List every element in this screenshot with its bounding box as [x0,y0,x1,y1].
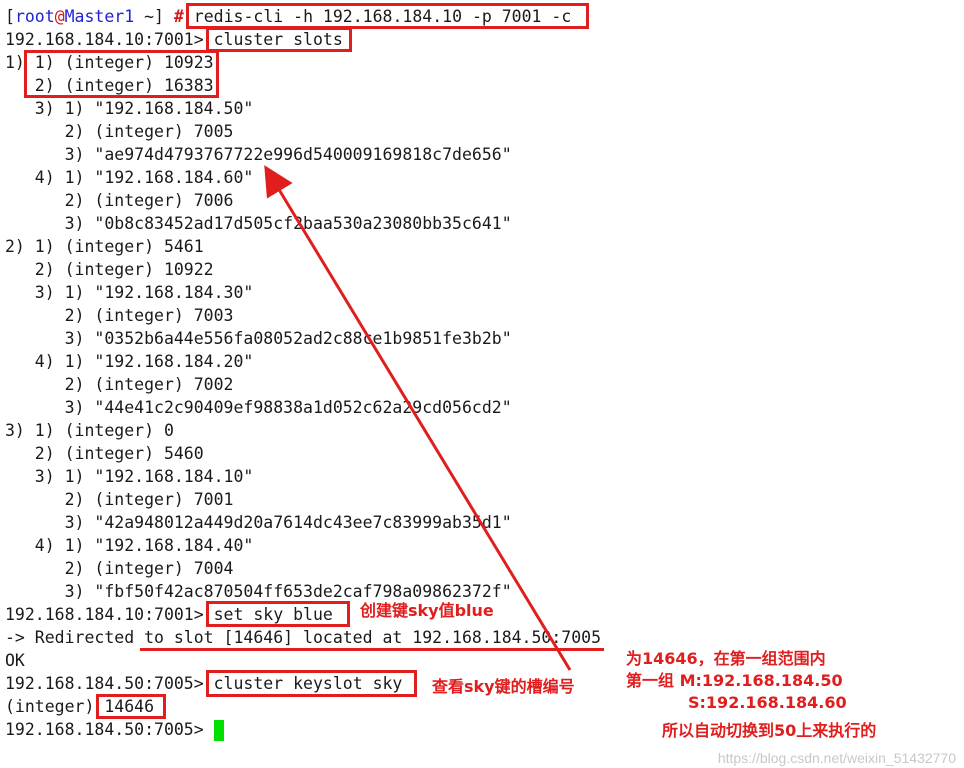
note-create-key: 创建键sky值blue [360,601,494,620]
note-explain-2: 第一组 M:192.168.184.50 [626,671,843,690]
note-explain-4: 所以自动切换到50上来执行的 [662,721,877,740]
watermark: https://blog.csdn.net/weixin_51432770 [717,750,956,766]
note-view-slot: 查看sky键的槽编号 [432,677,575,696]
note-explain-3: S:192.168.184.60 [688,693,847,712]
note-explain-1: 为14646，在第一组范围内 [626,649,826,668]
